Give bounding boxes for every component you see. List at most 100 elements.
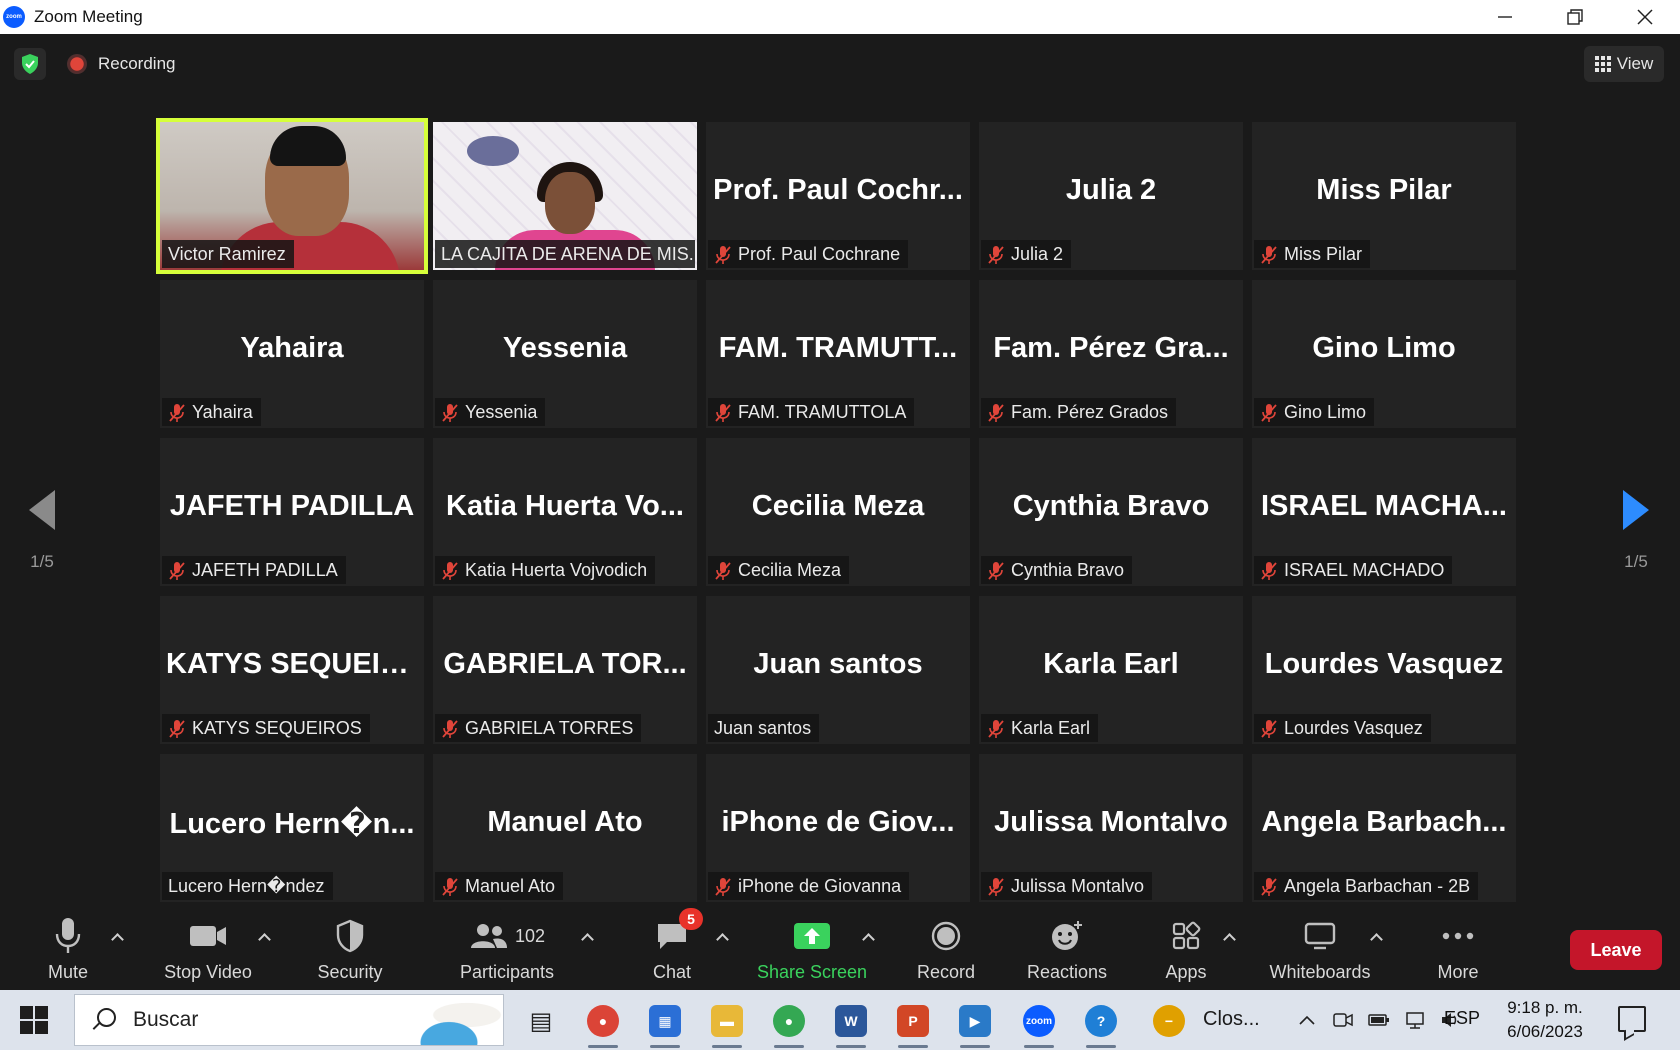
participant-tile[interactable]: Cynthia Bravo Cynthia Bravo [979, 438, 1243, 586]
participant-display-name: KATYS SEQUEIR... [166, 648, 424, 680]
audio-options-chevron-icon[interactable] [110, 930, 124, 944]
webcam-icon[interactable] [1332, 1009, 1354, 1031]
recording-indicator-icon [67, 54, 87, 74]
security-button[interactable]: Security [310, 914, 390, 988]
powerpoint-taskbar-button[interactable]: P [890, 998, 936, 1048]
muted-microphone-icon [714, 561, 732, 580]
apps-options-chevron-icon[interactable] [1222, 930, 1236, 944]
participant-display-name: Karla Earl [1043, 648, 1179, 680]
word-taskbar-button[interactable]: W [828, 998, 874, 1048]
notifications-icon[interactable] [1618, 1006, 1646, 1032]
mute-button[interactable]: Mute [38, 914, 98, 988]
chrome-profile-taskbar-button[interactable]: ● [766, 998, 812, 1048]
windows-start-icon[interactable] [20, 1006, 48, 1034]
participant-tile[interactable]: Cecilia Meza Cecilia Meza [706, 438, 970, 586]
participant-name: FAM. TRAMUTTOLA [738, 401, 907, 422]
view-button[interactable]: View [1584, 46, 1664, 82]
arrow-left-icon[interactable] [29, 490, 55, 530]
network-icon[interactable] [1404, 1009, 1426, 1031]
whiteboards-button[interactable]: Whiteboards [1262, 914, 1378, 988]
previous-page-control[interactable]: 1/5 [12, 490, 72, 572]
participant-name: KATYS SEQUEIROS [192, 717, 362, 738]
stop-video-button[interactable]: Stop Video [158, 914, 258, 988]
chat-button[interactable]: 5 Chat [640, 908, 704, 988]
chrome-taskbar-button[interactable]: ● [580, 998, 626, 1048]
participant-display-name: Cecilia Meza [751, 490, 925, 522]
battery-icon[interactable] [1368, 1009, 1390, 1031]
record-button[interactable]: Record [908, 914, 984, 988]
task-view-taskbar-button[interactable]: ▤ [518, 998, 564, 1044]
system-tray [1296, 990, 1462, 1050]
participants-button[interactable]: 102 Participants [452, 914, 562, 988]
participant-tile[interactable]: Karla Earl Karla Earl [979, 596, 1243, 744]
participant-name-label: KATYS SEQUEIROS [162, 714, 370, 742]
media-player-taskbar-button[interactable]: ▶ [952, 998, 998, 1048]
participant-tile[interactable]: Katia Huerta Vo... Katia Huerta Vojvodich [433, 438, 697, 586]
participant-tile[interactable]: Juan santos Juan santos [706, 596, 970, 744]
arrow-right-icon[interactable] [1623, 490, 1649, 530]
restore-button[interactable] [1540, 0, 1610, 34]
encryption-shield-icon[interactable] [14, 48, 46, 80]
muted-microphone-icon [987, 719, 1005, 738]
participant-display-name: iPhone de Giov... [721, 806, 955, 838]
closed-app-taskbar-button[interactable]: − [1146, 998, 1192, 1044]
participant-tile[interactable]: Gino Limo Gino Limo [1252, 280, 1516, 428]
help-taskbar-button[interactable]: ? [1078, 998, 1124, 1048]
participant-name-label: JAFETH PADILLA [162, 556, 346, 584]
participant-tile[interactable]: Lourdes Vasquez Lourdes Vasquez [1252, 596, 1516, 744]
participant-tile[interactable]: Miss Pilar Miss Pilar [1252, 122, 1516, 270]
store-taskbar-button[interactable]: ▦ [642, 998, 688, 1048]
close-button[interactable] [1610, 0, 1680, 34]
participant-tile[interactable]: GABRIELA TOR... GABRIELA TORRES [433, 596, 697, 744]
mute-label: Mute [47, 962, 89, 982]
participant-tile[interactable]: Lucero Hern�n... Lucero Hern�ndez [160, 754, 424, 902]
apps-button[interactable]: Apps [1160, 914, 1212, 988]
participant-name-label: Yessenia [435, 398, 546, 426]
muted-microphone-icon [441, 403, 459, 422]
participant-tile[interactable]: Angela Barbach... Angela Barbachan - 2B [1252, 754, 1516, 902]
participant-tile[interactable]: Yessenia Yessenia [433, 280, 697, 428]
input-language[interactable]: ESP [1444, 1008, 1480, 1029]
participant-display-name: Angela Barbach... [1261, 806, 1507, 838]
participant-name: Cynthia Bravo [1011, 559, 1125, 580]
video-options-chevron-icon[interactable] [257, 930, 271, 944]
show-hidden-icons-chevron-icon[interactable] [1296, 1009, 1318, 1031]
leave-button[interactable]: Leave [1570, 930, 1662, 970]
participant-tile[interactable]: Yahaira Yahaira [160, 280, 424, 428]
participant-tile[interactable]: FAM. TRAMUTT... FAM. TRAMUTTOLA [706, 280, 970, 428]
participant-tile[interactable]: iPhone de Giov... iPhone de Giovanna [706, 754, 970, 902]
more-button[interactable]: More [1430, 914, 1486, 988]
participant-tile[interactable]: Prof. Paul Cochr... Prof. Paul Cochrane [706, 122, 970, 270]
record-icon [931, 921, 961, 951]
chat-options-chevron-icon[interactable] [715, 930, 729, 944]
participant-name: Angela Barbachan - 2B [1284, 875, 1471, 896]
taskbar-search-box[interactable]: Buscar [74, 994, 504, 1046]
participants-options-chevron-icon[interactable] [580, 930, 594, 944]
whiteboards-options-chevron-icon[interactable] [1369, 930, 1383, 944]
participant-tile[interactable]: Julia 2 Julia 2 [979, 122, 1243, 270]
system-clock[interactable]: 9:18 p. m. 6/06/2023 [1500, 996, 1590, 1044]
participant-tile[interactable]: Julissa Montalvo Julissa Montalvo [979, 754, 1243, 902]
participant-tile[interactable]: Victor Ramirez [156, 118, 428, 274]
share-options-chevron-icon[interactable] [861, 930, 875, 944]
participant-name-label: Julissa Montalvo [981, 872, 1153, 900]
participant-display-name: Miss Pilar [1316, 174, 1452, 206]
share-screen-button[interactable]: Share Screen [756, 914, 868, 988]
closed-app-label[interactable]: Clos... [1203, 1008, 1260, 1031]
minimize-icon [1498, 16, 1512, 18]
muted-microphone-icon [1260, 561, 1278, 580]
participant-name: ISRAEL MACHADO [1284, 559, 1445, 580]
participant-tile[interactable]: JAFETH PADILLA JAFETH PADILLA [160, 438, 424, 586]
file-explorer-taskbar-button[interactable]: ▬ [704, 998, 750, 1048]
muted-microphone-icon [987, 561, 1005, 580]
participant-tile[interactable]: ISRAEL MACHA... ISRAEL MACHADO [1252, 438, 1516, 586]
minimize-button[interactable] [1470, 0, 1540, 34]
participant-tile[interactable]: Fam. Pérez Gra... Fam. Pérez Grados [979, 280, 1243, 428]
reactions-button[interactable]: Reactions [1020, 914, 1114, 988]
chrome-icon: ● [587, 1005, 619, 1037]
participant-tile[interactable]: LA CAJITA DE ARENA DE MIS... [433, 122, 697, 270]
participant-tile[interactable]: Manuel Ato Manuel Ato [433, 754, 697, 902]
participant-tile[interactable]: KATYS SEQUEIR... KATYS SEQUEIROS [160, 596, 424, 744]
zoom-taskbar-button[interactable]: zoom [1016, 998, 1062, 1048]
next-page-control[interactable]: 1/5 [1606, 490, 1666, 572]
